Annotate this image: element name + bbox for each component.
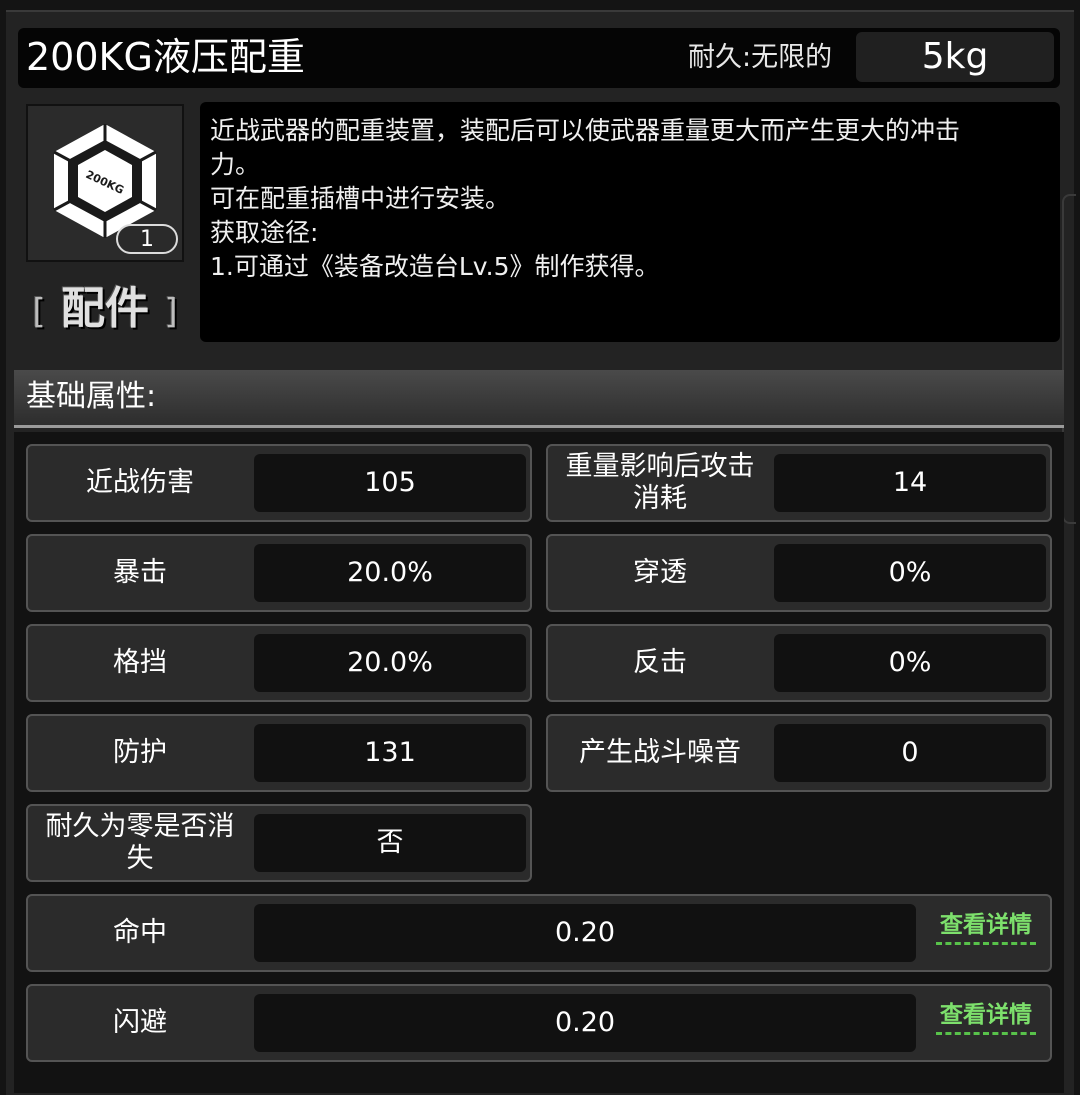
description-line: 1.可通过《装备改造台Lv.5》制作获得。	[210, 252, 660, 281]
stat-value: 0	[774, 724, 1046, 782]
stat-hit: 命中 0.20 查看详情	[26, 894, 1052, 972]
stat-counter: 反击 0%	[546, 624, 1052, 702]
stat-value: 0.20	[254, 994, 916, 1052]
stat-value: 否	[254, 814, 526, 872]
title-bar: 200KG液压配重 耐久:无限的 5kg	[18, 28, 1060, 88]
stat-value: 20.0%	[254, 634, 526, 692]
stat-critical: 暴击 20.0%	[26, 534, 532, 612]
stat-melee-damage: 近战伤害 105	[26, 444, 532, 522]
side-scroll-edge	[1062, 194, 1076, 524]
description-line: 可在配重插槽中进行安装。	[210, 184, 511, 213]
stat-value: 20.0%	[254, 544, 526, 602]
stat-label: 穿透	[633, 557, 687, 588]
item-icon-slot: 200KG 1	[26, 104, 184, 262]
description-line: 获取途径:	[210, 218, 319, 247]
stat-label: 产生战斗噪音	[579, 737, 741, 768]
stat-label: 反击	[633, 647, 687, 678]
stat-label: 命中	[113, 917, 167, 948]
section-header-basic-attributes: 基础属性:	[14, 370, 1064, 428]
stat-label: 重量影响后攻击消耗	[565, 451, 755, 514]
stat-value: 131	[254, 724, 526, 782]
item-description: 近战武器的配重装置，装配后可以使武器重量更大而产生更大的冲击 力。 可在配重插槽…	[200, 102, 1060, 342]
stat-value: 0.20	[254, 904, 916, 962]
item-category: [ 配件 ]	[30, 282, 180, 339]
category-label: 配件	[61, 283, 149, 334]
bracket-open: [	[32, 292, 46, 332]
item-count-badge: 1	[116, 224, 178, 254]
section-title: 基础属性:	[26, 379, 157, 414]
stat-attack-cost: 重量影响后攻击消耗 14	[546, 444, 1052, 522]
durability-label: 耐久:无限的	[688, 42, 833, 73]
stat-penetration: 穿透 0%	[546, 534, 1052, 612]
bracket-close: ]	[164, 292, 178, 332]
stat-value: 0%	[774, 634, 1046, 692]
stat-label: 防护	[113, 737, 167, 768]
stat-label: 暴击	[113, 557, 167, 588]
stat-combat-noise: 产生战斗噪音 0	[546, 714, 1052, 792]
stat-label: 闪避	[113, 1007, 167, 1038]
stat-vanish-on-zero: 耐久为零是否消失 否	[26, 804, 532, 882]
stat-label: 耐久为零是否消失	[45, 811, 235, 874]
stat-value: 105	[254, 454, 526, 512]
weight-value: 5kg	[856, 32, 1054, 82]
description-line: 力。	[210, 150, 261, 179]
stat-dodge: 闪避 0.20 查看详情	[26, 984, 1052, 1062]
description-line: 近战武器的配重装置，装配后可以使武器重量更大而产生更大的冲击	[210, 116, 961, 145]
stat-block: 格挡 20.0%	[26, 624, 532, 702]
view-details-link-dodge[interactable]: 查看详情	[936, 1000, 1036, 1035]
view-details-link-hit[interactable]: 查看详情	[936, 910, 1036, 945]
stat-value: 14	[774, 454, 1046, 512]
stat-label: 格挡	[113, 647, 167, 678]
item-name: 200KG液压配重	[26, 35, 305, 79]
stat-label: 近战伤害	[86, 467, 194, 498]
stat-defense: 防护 131	[26, 714, 532, 792]
stat-value: 0%	[774, 544, 1046, 602]
